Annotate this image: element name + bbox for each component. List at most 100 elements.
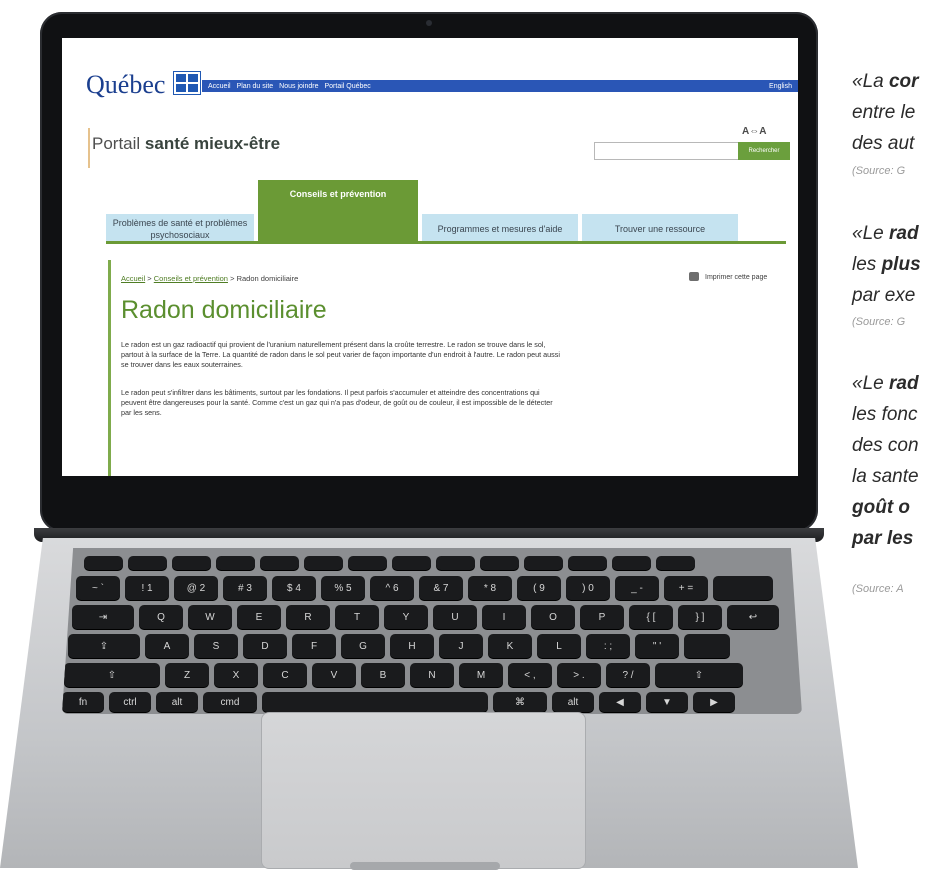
key-8[interactable]: * 8 — [468, 576, 512, 600]
key-f12[interactable] — [612, 556, 651, 570]
key-return[interactable]: ↩ — [727, 605, 779, 629]
key-g[interactable]: G — [341, 634, 385, 658]
key-left-bracket[interactable]: { [ — [629, 605, 673, 629]
key-ctrl[interactable]: ctrl — [109, 692, 151, 712]
key-w[interactable]: W — [188, 605, 232, 629]
key-t[interactable]: T — [335, 605, 379, 629]
key-z[interactable]: Z — [165, 663, 209, 687]
key-delete[interactable] — [713, 576, 773, 600]
camera-icon — [426, 20, 432, 26]
portal-title[interactable]: Portail santé mieux-être — [92, 134, 280, 154]
key-tab[interactable]: ⇥ — [72, 605, 134, 629]
trackpad[interactable] — [261, 712, 586, 869]
key-a[interactable]: A — [145, 634, 189, 658]
key-backslash[interactable] — [684, 634, 730, 658]
key-f7[interactable] — [392, 556, 431, 570]
key-comma[interactable]: < , — [508, 663, 552, 687]
key-f1[interactable] — [128, 556, 167, 570]
key-right-alt[interactable]: alt — [552, 692, 594, 712]
key-v[interactable]: V — [312, 663, 356, 687]
key-period[interactable]: > . — [557, 663, 601, 687]
key-p[interactable]: P — [580, 605, 624, 629]
key-quote[interactable]: " ' — [635, 634, 679, 658]
key-f10[interactable] — [524, 556, 563, 570]
key-x[interactable]: X — [214, 663, 258, 687]
breadcrumb-conseils[interactable]: Conseils et prévention — [154, 274, 228, 283]
key-r[interactable]: R — [286, 605, 330, 629]
key-m[interactable]: M — [459, 663, 503, 687]
key-minus[interactable]: _ - — [615, 576, 659, 600]
key-slash[interactable]: ? / — [606, 663, 650, 687]
key-h[interactable]: H — [390, 634, 434, 658]
search-input[interactable] — [594, 142, 740, 160]
text-size-toggle[interactable]: A⇔A — [742, 126, 766, 137]
key-caps-lock[interactable]: ⇪ — [68, 634, 140, 658]
tab-conseils-et-prevention[interactable]: Conseils et prévention — [258, 180, 418, 244]
key-3[interactable]: # 3 — [223, 576, 267, 600]
tab-trouver-une-ressource[interactable]: Trouver une ressource — [582, 214, 738, 244]
key-6[interactable]: ^ 6 — [370, 576, 414, 600]
quote-2: «Le rad les plus par exe — [852, 218, 950, 311]
arrow-right-key[interactable]: ▶ — [693, 692, 735, 712]
key-b[interactable]: B — [361, 663, 405, 687]
key-backtick[interactable]: ~ ` — [76, 576, 120, 600]
language-link-english[interactable]: English — [769, 83, 792, 90]
key-4[interactable]: $ 4 — [272, 576, 316, 600]
key-alt[interactable]: alt — [156, 692, 198, 712]
key-f[interactable]: F — [292, 634, 336, 658]
breadcrumb-accueil[interactable]: Accueil — [121, 274, 145, 283]
key-o[interactable]: O — [531, 605, 575, 629]
key-d[interactable]: D — [243, 634, 287, 658]
key-y[interactable]: Y — [384, 605, 428, 629]
key-f11[interactable] — [568, 556, 607, 570]
key-s[interactable]: S — [194, 634, 238, 658]
quebec-logo[interactable]: Québec — [86, 70, 165, 100]
print-page-link[interactable]: Imprimer cette page — [705, 274, 767, 281]
search-button[interactable]: Rechercher — [738, 142, 790, 160]
nav-link-accueil[interactable]: Accueil — [208, 83, 231, 90]
key-f2[interactable] — [172, 556, 211, 570]
key-0[interactable]: ) 0 — [566, 576, 610, 600]
nav-link-nous-joindre[interactable]: Nous joindre — [279, 83, 318, 90]
key-f3[interactable] — [216, 556, 255, 570]
key-fn[interactable]: fn — [62, 692, 104, 712]
key-f4[interactable] — [260, 556, 299, 570]
key-1[interactable]: ! 1 — [125, 576, 169, 600]
key-n[interactable]: N — [410, 663, 454, 687]
key-u[interactable]: U — [433, 605, 477, 629]
key-right-cmd[interactable]: ⌘ — [493, 692, 547, 712]
key-e[interactable]: E — [237, 605, 281, 629]
key-space[interactable] — [262, 692, 488, 712]
power-key[interactable] — [656, 556, 695, 570]
key-5[interactable]: % 5 — [321, 576, 365, 600]
key-right-shift[interactable]: ⇧ — [655, 663, 743, 687]
portal-title-bold: santé mieux-être — [144, 134, 281, 153]
key-f6[interactable] — [348, 556, 387, 570]
key-f8[interactable] — [436, 556, 475, 570]
printer-icon[interactable] — [689, 272, 699, 281]
key-2[interactable]: @ 2 — [174, 576, 218, 600]
nav-link-plan-du-site[interactable]: Plan du site — [237, 83, 274, 90]
tab-programmes-et-mesures[interactable]: Programmes et mesures d'aide — [422, 214, 578, 244]
tab-problemes-de-sante[interactable]: Problèmes de santé et problèmes psychoso… — [106, 214, 254, 244]
key-esc[interactable] — [84, 556, 123, 570]
key-f9[interactable] — [480, 556, 519, 570]
key-k[interactable]: K — [488, 634, 532, 658]
key-i[interactable]: I — [482, 605, 526, 629]
key-right-bracket[interactable]: } ] — [678, 605, 722, 629]
nav-link-portail-quebec[interactable]: Portail Québec — [324, 83, 370, 90]
arrow-down-key[interactable]: ▼ — [646, 692, 688, 712]
key-l[interactable]: L — [537, 634, 581, 658]
key-c[interactable]: C — [263, 663, 307, 687]
key-q[interactable]: Q — [139, 605, 183, 629]
arrow-left-key[interactable]: ◀ — [599, 692, 641, 712]
key-left-shift[interactable]: ⇧ — [64, 663, 160, 687]
key-semicolon[interactable]: : ; — [586, 634, 630, 658]
key-equals[interactable]: + = — [664, 576, 708, 600]
key-left-cmd[interactable]: cmd — [203, 692, 257, 712]
key-7[interactable]: & 7 — [419, 576, 463, 600]
key-f5[interactable] — [304, 556, 343, 570]
key-j[interactable]: J — [439, 634, 483, 658]
key-9[interactable]: ( 9 — [517, 576, 561, 600]
quote-3-line-5: goût o — [852, 497, 911, 518]
